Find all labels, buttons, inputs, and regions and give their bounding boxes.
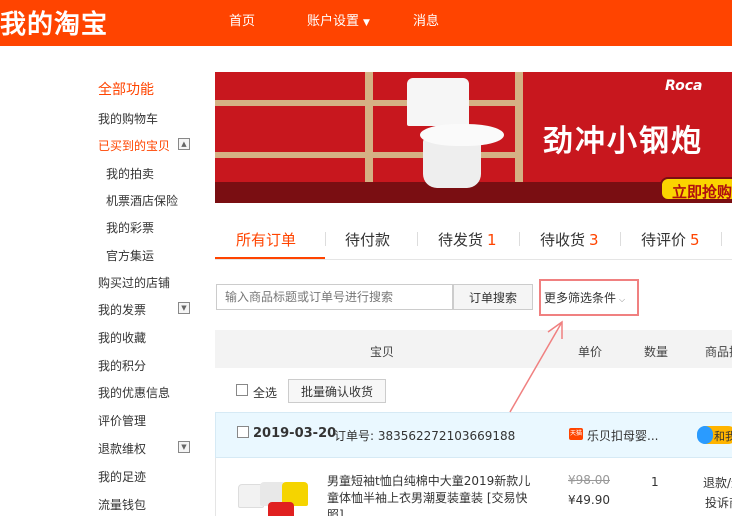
select-all-label: 全选 xyxy=(253,386,278,400)
sidebar-item-lottery[interactable]: 我的彩票 xyxy=(106,219,154,236)
column-header-price: 单价 xyxy=(578,345,603,359)
sidebar-item-shops[interactable]: 购买过的店铺 xyxy=(98,274,170,291)
tab-all-orders[interactable]: 所有订单 xyxy=(236,229,296,250)
tab-pending-receipt[interactable]: 待收货 3 xyxy=(540,229,599,250)
sidebar-item-cart[interactable]: 我的购物车 xyxy=(98,110,158,127)
promo-banner[interactable]: Roca 劲冲小钢炮 立即抢购 xyxy=(215,72,732,203)
nav-home[interactable]: 首页 xyxy=(229,10,255,29)
tab-separator xyxy=(417,232,418,246)
brand-logo: Roca xyxy=(665,78,703,94)
batch-confirm-button[interactable]: 批量确认收货 xyxy=(288,379,386,403)
buy-now-label: 立即抢购 xyxy=(672,183,732,201)
shirt-image xyxy=(268,502,294,516)
tab-separator xyxy=(721,232,722,246)
banner-decoration xyxy=(515,72,523,182)
tab-separator xyxy=(325,232,326,246)
order-date: 2019-03-20 xyxy=(253,426,337,441)
sidebar-item-refunds[interactable]: 退款维权 xyxy=(98,440,146,457)
item-quantity: 1 xyxy=(651,475,659,489)
product-thumbnail[interactable] xyxy=(232,478,310,516)
sidebar-item-footprints[interactable]: 我的足迹 xyxy=(98,468,146,485)
expand-icon[interactable]: ▼ xyxy=(178,441,190,453)
sidebar-title[interactable]: 全部功能 xyxy=(98,79,154,99)
buy-now-button[interactable]: 立即抢购 xyxy=(660,177,732,201)
column-header-item: 宝贝 xyxy=(370,345,395,359)
sidebar-item-shipping[interactable]: 官方集运 xyxy=(106,247,154,264)
order-checkbox[interactable] xyxy=(237,426,249,438)
select-all-checkbox[interactable] xyxy=(236,384,248,396)
chat-icon xyxy=(697,426,713,444)
tab-label: 待收货 xyxy=(540,231,586,249)
tab-label: 待评价 xyxy=(641,231,687,249)
tab-separator xyxy=(620,232,621,246)
tab-label: 待付款 xyxy=(345,231,391,249)
tab-pending-review[interactable]: 待评价 5 xyxy=(641,229,700,250)
complain-link[interactable]: 投诉商家 xyxy=(705,494,732,511)
sidebar-item-data-wallet[interactable]: 流量钱包 xyxy=(98,496,146,513)
sidebar-item-coupons[interactable]: 我的优惠信息 xyxy=(98,384,170,401)
toilet-image xyxy=(420,124,504,146)
product-title-link[interactable]: 男童短袖t恤白纯棉中大童2019新款儿童体恤半袖上衣男潮夏装童装 [交易快照] xyxy=(327,473,542,516)
contact-seller-label: 和我联系 xyxy=(714,430,732,443)
toilet-image xyxy=(407,78,469,126)
tab-count: 5 xyxy=(690,231,700,249)
order-search-input[interactable] xyxy=(216,284,453,310)
order-search-button[interactable]: 订单搜索 xyxy=(453,284,533,310)
banner-headline: 劲冲小钢炮 xyxy=(543,124,703,159)
annotation-highlight-box xyxy=(539,279,639,316)
banner-decoration xyxy=(365,72,373,182)
tab-baseline xyxy=(215,259,732,260)
tab-pending-shipment[interactable]: 待发货 1 xyxy=(438,229,497,250)
active-tab-indicator xyxy=(215,257,325,259)
tab-pending-payment[interactable]: 待付款 xyxy=(345,229,390,250)
sidebar: 全部功能 我的购物车 已买到的宝贝 ▲ 我的拍卖 机票酒店保险 我的彩票 官方集… xyxy=(0,0,210,516)
order-number: 订单号: 383562272103669188 xyxy=(334,429,516,443)
nav-account-label: 账户设置 xyxy=(307,14,360,29)
sidebar-item-travel[interactable]: 机票酒店保险 xyxy=(106,192,178,209)
tab-label: 所有订单 xyxy=(236,231,297,249)
sidebar-item-purchased[interactable]: 已买到的宝贝 xyxy=(98,137,170,154)
column-header-qty: 数量 xyxy=(644,345,669,359)
refund-link[interactable]: 退款/退货 xyxy=(703,474,732,491)
expand-icon[interactable]: ▼ xyxy=(178,302,190,314)
current-price: ¥49.90 xyxy=(568,493,610,507)
sidebar-item-reviews[interactable]: 评价管理 xyxy=(98,412,146,429)
original-price: ¥98.00 xyxy=(568,473,610,487)
nav-messages[interactable]: 消息 xyxy=(413,10,439,29)
sidebar-item-invoice[interactable]: 我的发票 xyxy=(98,301,146,318)
nav-account-settings[interactable]: 账户设置 ▼ xyxy=(307,10,370,29)
tab-count: 3 xyxy=(589,231,599,249)
tab-count: 1 xyxy=(487,231,497,249)
tab-label: 待发货 xyxy=(438,231,484,249)
chevron-down-icon: ▼ xyxy=(363,18,370,28)
collapse-icon[interactable]: ▲ xyxy=(178,138,190,150)
sidebar-item-points[interactable]: 我的积分 xyxy=(98,357,146,374)
sidebar-item-auction[interactable]: 我的拍卖 xyxy=(106,165,154,182)
column-header-ops: 商品操作 xyxy=(705,345,732,359)
shop-name-link[interactable]: 乐贝扣母婴... xyxy=(587,427,658,444)
sidebar-item-favorites[interactable]: 我的收藏 xyxy=(98,329,146,346)
tmall-icon: 天猫 xyxy=(569,428,583,440)
tab-separator xyxy=(519,232,520,246)
